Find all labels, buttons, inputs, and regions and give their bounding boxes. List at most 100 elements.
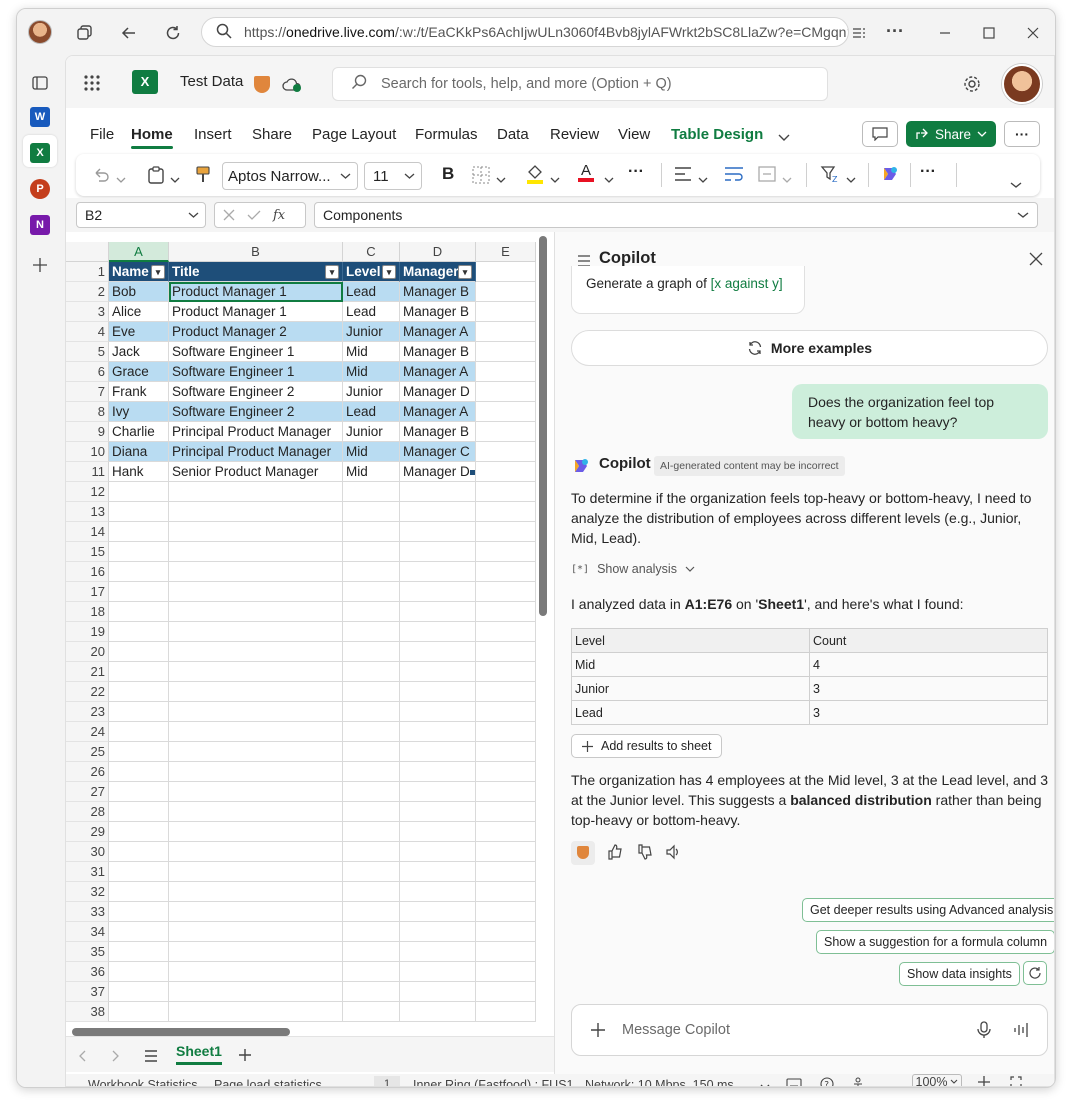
sensitivity-shield-icon[interactable] (254, 76, 270, 93)
empty-cell[interactable] (109, 842, 169, 862)
empty-cell[interactable] (476, 342, 536, 362)
sensitivity-feedback-icon[interactable] (571, 841, 595, 865)
borders-chevron-icon[interactable] (496, 171, 506, 189)
empty-cell[interactable] (400, 502, 476, 522)
workbook-statistics[interactable]: Workbook Statistics (88, 1078, 198, 1086)
comments-button[interactable] (862, 121, 898, 147)
back-icon[interactable] (117, 21, 141, 45)
reader-icon[interactable] (847, 21, 871, 45)
table-cell[interactable]: Mid (343, 442, 400, 462)
empty-cell[interactable] (343, 642, 400, 662)
empty-cell[interactable] (476, 422, 536, 442)
sidebar-toggle-icon[interactable] (30, 73, 50, 93)
empty-cell[interactable] (343, 902, 400, 922)
empty-cell[interactable] (476, 962, 536, 982)
empty-cell[interactable] (400, 722, 476, 742)
tab-page-layout[interactable]: Page Layout (312, 126, 396, 143)
font-color-icon[interactable]: A (578, 162, 594, 184)
fullscreen-icon[interactable] (1010, 1076, 1022, 1086)
suggestion-data-insights[interactable]: Show data insights (899, 962, 1020, 986)
empty-cell[interactable] (343, 482, 400, 502)
row-header[interactable]: 38 (66, 1002, 109, 1022)
row-header[interactable]: 1 (66, 262, 109, 282)
empty-cell[interactable] (169, 942, 343, 962)
empty-cell[interactable] (400, 882, 476, 902)
empty-cell[interactable] (400, 482, 476, 502)
row-header[interactable]: 13 (66, 502, 109, 522)
excel-app-icon[interactable]: X (30, 143, 50, 163)
empty-cell[interactable] (476, 822, 536, 842)
table-cell[interactable]: Ivy (109, 402, 169, 422)
table-cell[interactable]: Software Engineer 2 (169, 382, 343, 402)
empty-cell[interactable] (476, 802, 536, 822)
table-cell[interactable]: Eve (109, 322, 169, 342)
empty-cell[interactable] (476, 682, 536, 702)
close-copilot-icon[interactable] (1029, 252, 1043, 271)
minimize-icon[interactable] (933, 21, 957, 45)
empty-cell[interactable] (476, 762, 536, 782)
more-font-options-icon[interactable]: ··· (628, 163, 644, 181)
empty-cell[interactable] (169, 682, 343, 702)
column-header-a[interactable]: A (109, 242, 169, 262)
empty-cell[interactable] (476, 622, 536, 642)
empty-cell[interactable] (169, 662, 343, 682)
empty-cell[interactable] (476, 942, 536, 962)
empty-cell[interactable] (109, 762, 169, 782)
table-cell[interactable]: Senior Product Manager (169, 462, 343, 482)
table-cell[interactable]: Principal Product Manager (169, 422, 343, 442)
tab-table-design[interactable]: Table Design (671, 126, 763, 143)
tab-view[interactable]: View (618, 126, 650, 143)
empty-cell[interactable] (109, 982, 169, 1002)
empty-cell[interactable] (476, 402, 536, 422)
table-header-cell[interactable]: Name ▾ (109, 262, 169, 282)
table-cell[interactable]: Software Engineer 1 (169, 342, 343, 362)
suggestion-advanced-analysis[interactable]: Get deeper results using Advanced analys… (802, 898, 1054, 922)
empty-cell[interactable] (343, 782, 400, 802)
more-examples-button[interactable]: More examples (571, 330, 1048, 366)
undo-chevron-icon[interactable] (116, 171, 126, 189)
row-header[interactable]: 29 (66, 822, 109, 842)
bold-icon[interactable]: B (442, 164, 454, 184)
empty-cell[interactable] (109, 862, 169, 882)
settings-gear-icon[interactable] (962, 74, 982, 99)
empty-cell[interactable] (169, 802, 343, 822)
address-bar[interactable]: https://onedrive.live.com/:w:/t/EaCKkPs6… (201, 17, 849, 47)
row-header[interactable]: 8 (66, 402, 109, 422)
table-header-cell[interactable]: Manager ▾ (400, 262, 476, 282)
column-header-d[interactable]: D (400, 242, 476, 262)
ribbon-collapse-chevron-icon[interactable] (1010, 176, 1022, 194)
row-header[interactable]: 25 (66, 742, 109, 762)
table-cell[interactable]: Manager B (400, 302, 476, 322)
fill-color-chevron-icon[interactable] (550, 171, 560, 189)
borders-icon[interactable] (472, 166, 490, 189)
powerpoint-app-icon[interactable]: P (30, 179, 50, 199)
align-icon[interactable] (674, 166, 692, 187)
help-icon[interactable]: ? (820, 1077, 834, 1086)
row-header[interactable]: 4 (66, 322, 109, 342)
tab-home[interactable]: Home (131, 126, 173, 143)
voice-mode-icon[interactable] (1013, 1021, 1031, 1039)
row-header[interactable]: 18 (66, 602, 109, 622)
row-header[interactable]: 2 (66, 282, 109, 302)
tab-insert[interactable]: Insert (194, 126, 232, 143)
empty-cell[interactable] (476, 582, 536, 602)
refresh-suggestions-button[interactable] (1023, 961, 1047, 985)
empty-cell[interactable] (109, 722, 169, 742)
refresh-icon[interactable] (161, 21, 185, 45)
spreadsheet-grid[interactable]: ABCDE 1 2 3 4 5 6 7 8 9 10 11 12 13 14 15 16 17 18 19 20 21 2… (66, 232, 536, 1062)
empty-cell[interactable] (476, 602, 536, 622)
more-tabs-chevron-icon[interactable] (778, 130, 790, 148)
empty-cell[interactable] (400, 962, 476, 982)
table-cell[interactable]: Frank (109, 382, 169, 402)
empty-cell[interactable] (169, 822, 343, 842)
empty-cell[interactable] (343, 942, 400, 962)
empty-cell[interactable] (109, 542, 169, 562)
empty-cell[interactable] (476, 722, 536, 742)
table-cell[interactable]: Manager B (400, 282, 476, 302)
message-input[interactable]: Message Copilot (622, 1022, 977, 1038)
fill-color-icon[interactable] (526, 164, 544, 189)
table-cell[interactable]: Manager A (400, 322, 476, 342)
empty-cell[interactable] (109, 482, 169, 502)
filter-dropdown-icon[interactable]: ▾ (458, 265, 472, 279)
empty-cell[interactable] (169, 502, 343, 522)
